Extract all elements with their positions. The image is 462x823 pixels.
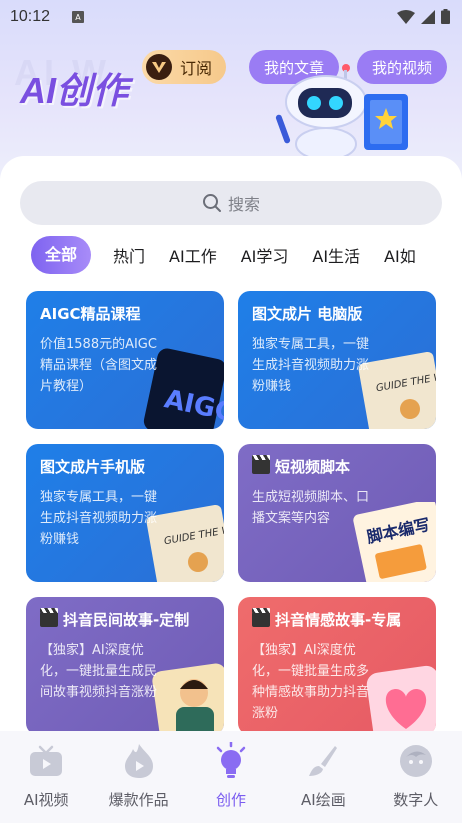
clapperboard-icon — [40, 608, 58, 627]
status-icons — [397, 9, 450, 24]
tab-all[interactable]: 全部 — [31, 236, 92, 274]
card-desc: 生成短视频脚本、口播文案等内容 — [252, 490, 370, 526]
digital-human-icon — [396, 741, 436, 781]
card-title-row: 短视频脚本 — [252, 455, 422, 477]
card-title: 图文成片手机版 — [40, 458, 146, 476]
card-title-row: 抖音情感故事-专属 — [252, 608, 422, 630]
subscribe-button[interactable]: 订阅 — [142, 50, 227, 84]
card-folk-story[interactable]: 抖音民间故事-定制 【独家】AI深度优化，一键批量生成民间故事视频抖音涨粉 — [26, 597, 224, 731]
card-desc: 独家专属工具，一键生成抖音视频助力涨粉赚钱 — [252, 337, 370, 394]
search-bar[interactable]: 搜索 — [20, 181, 442, 225]
tab-ai-study[interactable]: AI学习 — [229, 243, 301, 267]
card-desc: 独家专属工具，一键生成抖音视频助力涨粉赚钱 — [40, 490, 158, 547]
tab-hot[interactable]: 热门 — [101, 243, 157, 267]
card-desc: 价值1588元的AIGC精品课程（含图文成片教程） — [40, 337, 158, 394]
nav-label: AI视频 — [23, 791, 69, 809]
clapperboard-icon — [252, 608, 270, 627]
robot-illustration — [275, 64, 408, 158]
category-tabs: 全部 热门 AI工作 AI学习 AI生活 AI如 — [0, 236, 462, 274]
paintbrush-icon — [303, 741, 343, 781]
status-bar: 10:12 A — [0, 0, 462, 34]
nav-ai-paint[interactable]: AI绘画 — [278, 741, 368, 810]
card-title-row: 抖音民间故事-定制 — [40, 608, 210, 630]
nav-create[interactable]: 创作 — [186, 741, 276, 810]
tab-ai-work[interactable]: AI工作 — [157, 243, 229, 267]
card-title: 抖音民间故事-定制 — [63, 611, 190, 629]
card-tuwen-mobile[interactable]: 图文成片手机版 独家专属工具，一键生成抖音视频助力涨粉赚钱 GUIDE THE … — [26, 444, 224, 582]
card-title: 抖音情感故事-专属 — [275, 611, 402, 629]
nav-label: 创作 — [215, 791, 246, 809]
search-icon — [202, 194, 221, 212]
page-title: AI创作 — [20, 70, 129, 111]
card-title: 短视频脚本 — [275, 458, 351, 476]
card-desc: 【独家】AI深度优化，一键批量生成多种情感故事助力抖音涨粉 — [252, 643, 370, 721]
clapperboard-icon — [252, 455, 270, 474]
card-desc: 【独家】AI深度优化，一键批量生成民间故事视频抖音涨粉 — [40, 643, 158, 700]
subscribe-label: 订阅 — [180, 59, 213, 78]
flame-play-icon — [119, 741, 159, 781]
signal-icon — [421, 9, 435, 24]
nav-digital-human[interactable]: 数字人 — [371, 741, 461, 810]
card-title: 图文成片 电脑版 — [252, 305, 363, 323]
nav-label: 爆款作品 — [108, 791, 169, 809]
battery-icon — [441, 9, 450, 24]
wifi-icon — [397, 9, 415, 24]
tab-ai-life[interactable]: AI生活 — [300, 243, 372, 267]
vip-icon — [146, 54, 172, 80]
nav-label: AI绘画 — [301, 791, 346, 809]
lightbulb-icon — [211, 741, 251, 781]
content-panel: 搜索 全部 热门 AI工作 AI学习 AI生活 AI如 AIGC精品课程 价值1… — [0, 156, 462, 731]
tab-ai-more[interactable]: AI如 — [372, 243, 428, 267]
nav-hot-works[interactable]: 爆款作品 — [94, 741, 184, 810]
tv-icon — [26, 741, 66, 781]
card-short-video-script[interactable]: 短视频脚本 生成短视频脚本、口播文案等内容 脚本编写 — [238, 444, 436, 582]
bottom-nav: AI视频 爆款作品 创作 AI绘画 数字人 — [0, 731, 462, 823]
status-time: 10:12 — [10, 8, 51, 25]
card-tuwen-pc[interactable]: 图文成片 电脑版 独家专属工具，一键生成抖音视频助力涨粉赚钱 GUIDE THE… — [238, 291, 436, 429]
search-placeholder: 搜索 — [227, 195, 260, 214]
nav-ai-video[interactable]: AI视频 — [1, 741, 91, 810]
card-aigc-course[interactable]: AIGC精品课程 价值1588元的AIGC精品课程（含图文成片教程） AIGC — [26, 291, 224, 429]
nav-label: 数字人 — [393, 791, 439, 809]
notification-icon: A — [72, 11, 85, 23]
card-title: AIGC精品课程 — [40, 305, 141, 323]
card-emotion-story[interactable]: 抖音情感故事-专属 【独家】AI深度优化，一键批量生成多种情感故事助力抖音涨粉 — [238, 597, 436, 731]
